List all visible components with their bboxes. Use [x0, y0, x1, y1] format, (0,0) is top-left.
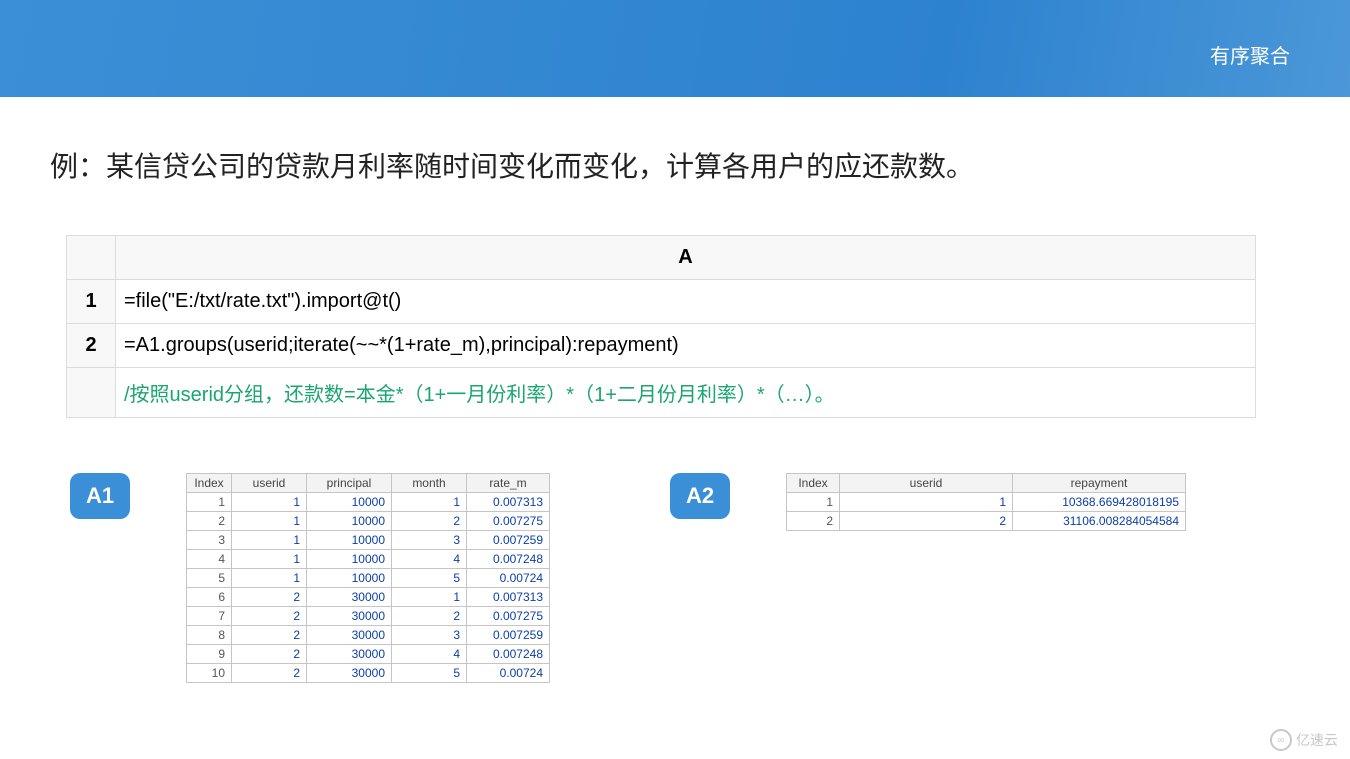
code-row-1: 1 =file("E:/txt/rate.txt").import@t() [67, 280, 1256, 324]
a1-cell: 3 [392, 531, 467, 550]
code-script-table: A 1 =file("E:/txt/rate.txt").import@t() … [66, 235, 1256, 418]
a2-result-table: Index userid repayment 1110368.669428018… [786, 473, 1186, 531]
a2-cell: 1 [840, 493, 1013, 512]
a1-col-principal: principal [307, 474, 392, 493]
a1-cell: 30000 [307, 607, 392, 626]
a1-row: 211000020.007275 [187, 512, 550, 531]
a2-cell: 2 [840, 512, 1013, 531]
code-comment-num [67, 368, 116, 418]
a1-cell: 10000 [307, 531, 392, 550]
a2-col-repayment: repayment [1013, 474, 1186, 493]
a1-cell: 30000 [307, 645, 392, 664]
a1-badge: A1 [70, 473, 130, 519]
code-row-2-cell: =A1.groups(userid;iterate(~~*(1+rate_m),… [116, 324, 1256, 368]
a1-cell: 1 [392, 588, 467, 607]
a1-cell: 10000 [307, 569, 392, 588]
watermark-text: 亿速云 [1296, 730, 1338, 750]
a1-cell: 1 [232, 569, 307, 588]
a1-cell: 5 [187, 569, 232, 588]
a1-cell: 10000 [307, 512, 392, 531]
banner: 有序聚合 [0, 0, 1350, 97]
a2-cell: 2 [787, 512, 840, 531]
a1-cell: 10000 [307, 493, 392, 512]
a1-cell: 3 [187, 531, 232, 550]
a1-cell: 1 [232, 550, 307, 569]
a1-cell: 6 [187, 588, 232, 607]
code-table-corner [67, 236, 116, 280]
a2-col-index: Index [787, 474, 840, 493]
a1-row: 311000030.007259 [187, 531, 550, 550]
a2-cell: 10368.669428018195 [1013, 493, 1186, 512]
a1-row: 111000010.007313 [187, 493, 550, 512]
a2-badge: A2 [670, 473, 730, 519]
a1-cell: 0.007313 [467, 588, 550, 607]
a1-cell: 1 [232, 493, 307, 512]
a1-cell: 2 [232, 626, 307, 645]
a1-cell: 1 [187, 493, 232, 512]
a1-cell: 7 [187, 607, 232, 626]
a1-cell: 1 [232, 512, 307, 531]
a1-cell: 2 [232, 607, 307, 626]
a1-cell: 2 [392, 607, 467, 626]
watermark: ∞ 亿速云 [1270, 729, 1338, 751]
a1-cell: 9 [187, 645, 232, 664]
a1-cell: 1 [392, 493, 467, 512]
a2-row: 2231106.008284054584 [787, 512, 1186, 531]
a1-cell: 2 [232, 645, 307, 664]
a1-row: 623000010.007313 [187, 588, 550, 607]
banner-title: 有序聚合 [1210, 40, 1290, 69]
code-table-col-a: A [116, 236, 1256, 280]
a1-row: 411000040.007248 [187, 550, 550, 569]
a1-cell: 10000 [307, 550, 392, 569]
a1-cell: 10 [187, 664, 232, 683]
a1-row: 511000050.00724 [187, 569, 550, 588]
a1-col-index: Index [187, 474, 232, 493]
a1-cell: 0.007275 [467, 607, 550, 626]
a1-row: 723000020.007275 [187, 607, 550, 626]
a1-cell: 4 [392, 550, 467, 569]
a1-cell: 0.007313 [467, 493, 550, 512]
code-row-2-num: 2 [67, 324, 116, 368]
a1-cell: 0.007275 [467, 512, 550, 531]
a1-row: 823000030.007259 [187, 626, 550, 645]
a1-cell: 4 [187, 550, 232, 569]
a1-cell: 0.007248 [467, 645, 550, 664]
a1-cell: 5 [392, 569, 467, 588]
a1-cell: 2 [232, 664, 307, 683]
a1-row: 923000040.007248 [187, 645, 550, 664]
a1-col-rate-m: rate_m [467, 474, 550, 493]
a1-cell: 0.00724 [467, 569, 550, 588]
a1-col-userid: userid [232, 474, 307, 493]
a1-cell: 0.007259 [467, 531, 550, 550]
a1-cell: 0.00724 [467, 664, 550, 683]
a1-cell: 4 [392, 645, 467, 664]
a1-cell: 2 [232, 588, 307, 607]
a2-col-userid: userid [840, 474, 1013, 493]
a1-cell: 30000 [307, 626, 392, 645]
a1-cell: 1 [232, 531, 307, 550]
a2-cell: 31106.008284054584 [1013, 512, 1186, 531]
a1-cell: 0.007259 [467, 626, 550, 645]
a1-cell: 3 [392, 626, 467, 645]
code-row-1-num: 1 [67, 280, 116, 324]
code-comment-row: /按照userid分组，还款数=本金*（1+一月份利率）*（1+二月份月利率）*… [67, 368, 1256, 418]
a2-row: 1110368.669428018195 [787, 493, 1186, 512]
a1-cell: 2 [392, 512, 467, 531]
code-row-2: 2 =A1.groups(userid;iterate(~~*(1+rate_m… [67, 324, 1256, 368]
code-comment-cell: /按照userid分组，还款数=本金*（1+一月份利率）*（1+二月份月利率）*… [116, 368, 1256, 418]
a1-cell: 2 [187, 512, 232, 531]
a2-cell: 1 [787, 493, 840, 512]
example-heading: 例：某信贷公司的贷款月利率随时间变化而变化，计算各用户的应还款数。 [50, 145, 1350, 185]
a1-cell: 0.007248 [467, 550, 550, 569]
a1-result-table: Index userid principal month rate_m 1110… [186, 473, 550, 683]
a1-cell: 8 [187, 626, 232, 645]
a1-row: 1023000050.00724 [187, 664, 550, 683]
a1-cell: 30000 [307, 664, 392, 683]
code-row-1-cell: =file("E:/txt/rate.txt").import@t() [116, 280, 1256, 324]
a1-cell: 5 [392, 664, 467, 683]
a1-cell: 30000 [307, 588, 392, 607]
a1-col-month: month [392, 474, 467, 493]
cloud-icon: ∞ [1270, 729, 1292, 751]
